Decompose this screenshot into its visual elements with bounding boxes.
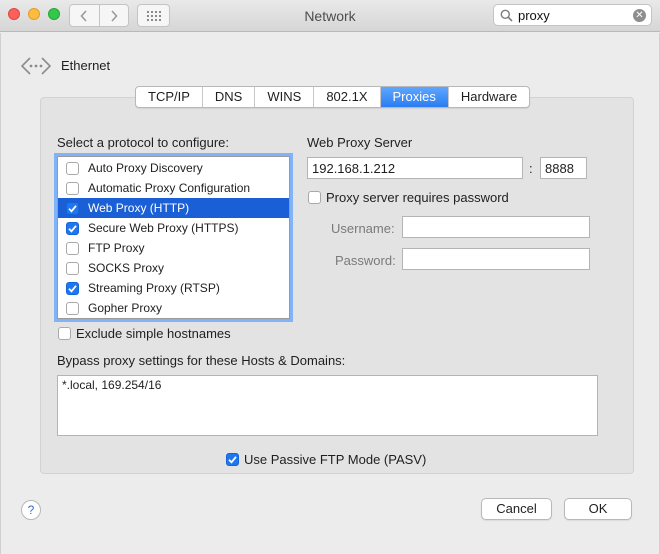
search-input[interactable]: [518, 7, 626, 23]
password-input[interactable]: [403, 249, 589, 269]
list-item-label: Auto Proxy Discovery: [88, 161, 203, 175]
tab-8021x[interactable]: 802.1X: [313, 87, 379, 107]
ftp-proxy-checkbox[interactable]: [66, 242, 79, 255]
list-item-auto-proxy-discovery[interactable]: Auto Proxy Discovery: [58, 158, 289, 178]
requires-password-label: Proxy server requires password: [326, 190, 509, 205]
socks-proxy-checkbox[interactable]: [66, 262, 79, 275]
exclude-simple-hostnames-label: Exclude simple hostnames: [76, 326, 231, 341]
proxy-host-input[interactable]: [308, 158, 522, 178]
list-item-gopher-proxy[interactable]: Gopher Proxy: [58, 298, 289, 318]
web-proxy-http-checkbox[interactable]: [66, 202, 79, 215]
bypass-input[interactable]: *.local, 169.254/16: [58, 376, 597, 435]
bypass-field[interactable]: *.local, 169.254/16: [57, 375, 598, 436]
clear-search-icon[interactable]: ✕: [633, 9, 646, 22]
automatic-proxy-configuration-checkbox[interactable]: [66, 182, 79, 195]
help-button[interactable]: ?: [21, 500, 41, 520]
username-field[interactable]: [402, 216, 590, 238]
checkmark-icon: [228, 456, 237, 464]
list-item-streaming-proxy-rtsp[interactable]: Streaming Proxy (RTSP): [58, 278, 289, 298]
tab-wins[interactable]: WINS: [254, 87, 313, 107]
list-item-label: FTP Proxy: [88, 241, 145, 255]
list-item-secure-web-proxy-https[interactable]: Secure Web Proxy (HTTPS): [58, 218, 289, 238]
list-item-label: Web Proxy (HTTP): [88, 201, 190, 215]
username-input[interactable]: [403, 217, 589, 237]
list-item-label: Secure Web Proxy (HTTPS): [88, 221, 239, 235]
list-item-automatic-proxy-configuration[interactable]: Automatic Proxy Configuration: [58, 178, 289, 198]
secure-web-proxy-https-checkbox[interactable]: [66, 222, 79, 235]
tab-bar: TCP/IP DNS WINS 802.1X Proxies Hardware: [135, 86, 531, 108]
list-item-label: Gopher Proxy: [88, 301, 163, 315]
tab-dns[interactable]: DNS: [201, 87, 254, 107]
requires-password-option[interactable]: Proxy server requires password: [308, 190, 509, 205]
proxy-port-field[interactable]: [540, 157, 587, 179]
checkmark-icon: [68, 225, 77, 233]
interface-name: Ethernet: [61, 58, 111, 73]
passive-ftp-option[interactable]: Use Passive FTP Mode (PASV): [226, 452, 426, 467]
list-item-label: Streaming Proxy (RTSP): [88, 281, 220, 295]
title-bar: Network ✕: [0, 0, 660, 32]
search-field[interactable]: ✕: [493, 4, 652, 26]
gopher-proxy-checkbox[interactable]: [66, 302, 79, 315]
passive-ftp-label: Use Passive FTP Mode (PASV): [244, 452, 427, 467]
protocol-list-heading: Select a protocol to configure:: [57, 135, 229, 150]
password-label: Password:: [335, 253, 396, 268]
requires-password-checkbox[interactable]: [308, 191, 321, 204]
ethernet-icon: [20, 57, 52, 75]
cancel-button[interactable]: Cancel: [481, 498, 552, 520]
list-item-label: Automatic Proxy Configuration: [88, 181, 251, 195]
protocol-list[interactable]: Auto Proxy Discovery Automatic Proxy Con…: [57, 156, 290, 319]
bypass-heading: Bypass proxy settings for these Hosts & …: [57, 353, 346, 368]
auto-proxy-discovery-checkbox[interactable]: [66, 162, 79, 175]
ok-button[interactable]: OK: [564, 498, 632, 520]
list-item-ftp-proxy[interactable]: FTP Proxy: [58, 238, 289, 258]
exclude-simple-hostnames-option[interactable]: Exclude simple hostnames: [58, 326, 231, 341]
username-label: Username:: [331, 221, 395, 236]
interface-header: [20, 55, 52, 77]
passive-ftp-checkbox[interactable]: [226, 453, 239, 466]
tab-tcpip[interactable]: TCP/IP: [136, 87, 202, 107]
list-item-web-proxy-http[interactable]: Web Proxy (HTTP): [58, 198, 289, 218]
list-item-label: SOCKS Proxy: [88, 261, 165, 275]
host-port-separator: :: [529, 161, 533, 176]
magnifier-icon: [500, 9, 513, 22]
exclude-simple-hostnames-checkbox[interactable]: [58, 327, 71, 340]
tab-proxies[interactable]: Proxies: [379, 87, 448, 107]
streaming-proxy-rtsp-checkbox[interactable]: [66, 282, 79, 295]
tab-hardware[interactable]: Hardware: [447, 87, 529, 107]
proxy-port-input[interactable]: [541, 158, 586, 178]
proxy-host-field[interactable]: [307, 157, 523, 179]
checkmark-icon: [68, 285, 77, 293]
network-window: Network ✕ Ethernet TCP/IP DNS WINS 802.1…: [0, 0, 660, 554]
checkmark-icon: [68, 205, 77, 213]
password-field[interactable]: [402, 248, 590, 270]
list-item-socks-proxy[interactable]: SOCKS Proxy: [58, 258, 289, 278]
server-heading: Web Proxy Server: [307, 135, 413, 150]
